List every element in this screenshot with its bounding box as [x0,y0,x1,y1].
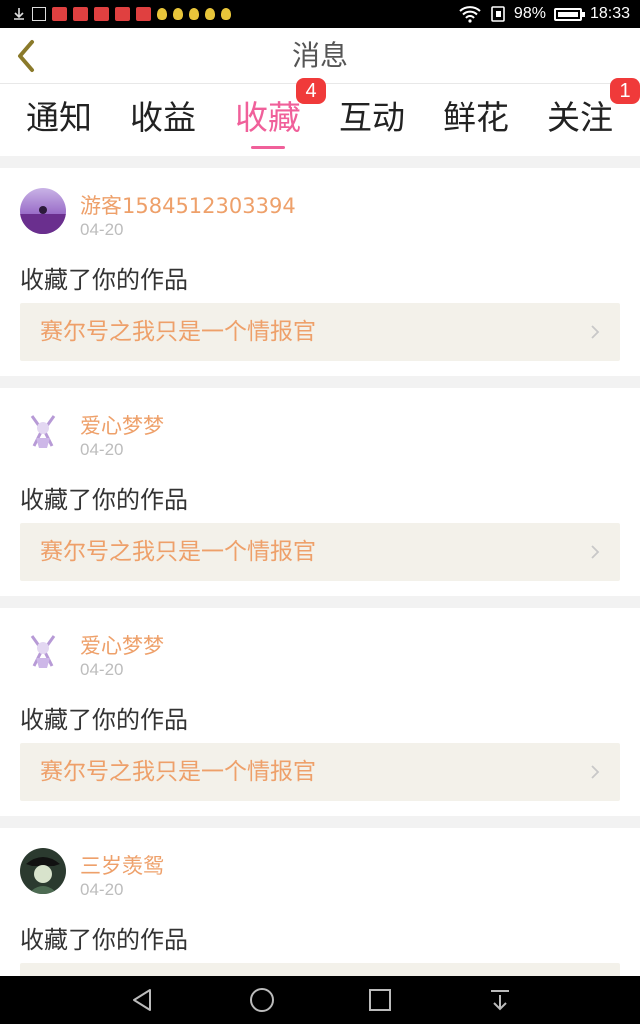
chevron-right-icon [591,325,600,339]
message-card: 爱心梦梦 04-20 收藏了你的作品 赛尔号之我只是一个情报官 [0,608,640,816]
page-title: 消息 [291,39,348,72]
action-text: 收藏了你的作品 [20,926,188,954]
clock: 18:33 [589,5,630,22]
bulb-icon [205,8,215,20]
work-link[interactable]: 赛尔号之我只是一个情报官 [20,743,620,801]
back-triangle-icon[interactable] [128,986,156,1014]
home-circle-icon[interactable] [248,986,276,1014]
message-date: 04-20 [80,880,124,899]
download-icon [14,8,24,20]
tab-notify[interactable]: 通知 [4,84,114,156]
header: 消息 [0,28,640,84]
user-name[interactable]: 爱心梦梦 [80,410,164,440]
app-notification-icon [115,7,130,21]
tab-flowers[interactable]: 鲜花 [421,84,531,156]
image-icon [32,7,46,21]
recent-apps-icon[interactable] [366,986,394,1014]
avatar[interactable] [20,408,66,454]
user-name[interactable]: 游客1584512303394 [80,190,296,220]
follow-badge: 1 [610,78,640,104]
work-title: 赛尔号之我只是一个情报官 [40,759,316,785]
avatar[interactable] [20,848,66,894]
action-text: 收藏了你的作品 [20,706,188,734]
tab-bar: 通知 收益 收藏 互动 鲜花 关注 4 1 [0,78,640,156]
action-text: 收藏了你的作品 [20,266,188,294]
chevron-right-icon [591,765,600,779]
user-name[interactable]: 三岁羡鸳 [80,850,164,880]
status-bar: 98% 18:33 [0,0,640,28]
bulb-icon [221,8,231,20]
bulb-icon [157,8,167,20]
bulb-icon [189,8,199,20]
message-card: 三岁羡鸳 04-20 收藏了你的作品 [0,828,640,976]
tab-interaction[interactable]: 互动 [317,84,427,156]
notification-icons [0,7,231,21]
message-date: 04-20 [80,660,124,679]
work-title: 赛尔号之我只是一个情报官 [40,539,316,565]
message-card: 爱心梦梦 04-20 收藏了你的作品 赛尔号之我只是一个情报官 [0,388,640,596]
work-title: 赛尔号之我只是一个情报官 [40,319,316,345]
favorites-badge: 4 [296,78,326,104]
message-list: 游客1584512303394 04-20 收藏了你的作品 赛尔号之我只是一个情… [0,158,640,976]
back-arrow-icon[interactable] [10,36,46,76]
action-text: 收藏了你的作品 [20,486,188,514]
avatar[interactable] [20,188,66,234]
app-notification-icon [94,7,109,21]
tab-earnings[interactable]: 收益 [108,84,218,156]
app-notification-icon [52,7,67,21]
app-notification-icon [73,7,88,21]
bulb-icon [173,8,183,20]
sim-card-icon [491,6,505,22]
active-tab-indicator [251,146,285,149]
message-card: 游客1584512303394 04-20 收藏了你的作品 赛尔号之我只是一个情… [0,168,640,376]
battery-icon [553,7,585,21]
avatar[interactable] [20,628,66,674]
notification-pulldown-icon[interactable] [486,986,514,1014]
wifi-icon [459,6,481,23]
app-notification-icon [136,7,151,21]
navigation-bar [0,976,640,1024]
work-link[interactable]: 赛尔号之我只是一个情报官 [20,303,620,361]
message-date: 04-20 [80,220,124,239]
work-link[interactable]: 赛尔号之我只是一个情报官 [20,523,620,581]
work-link[interactable] [20,963,620,976]
battery-percent: 98% [513,5,546,22]
chevron-right-icon [591,545,600,559]
user-name[interactable]: 爱心梦梦 [80,630,164,660]
message-date: 04-20 [80,440,124,459]
